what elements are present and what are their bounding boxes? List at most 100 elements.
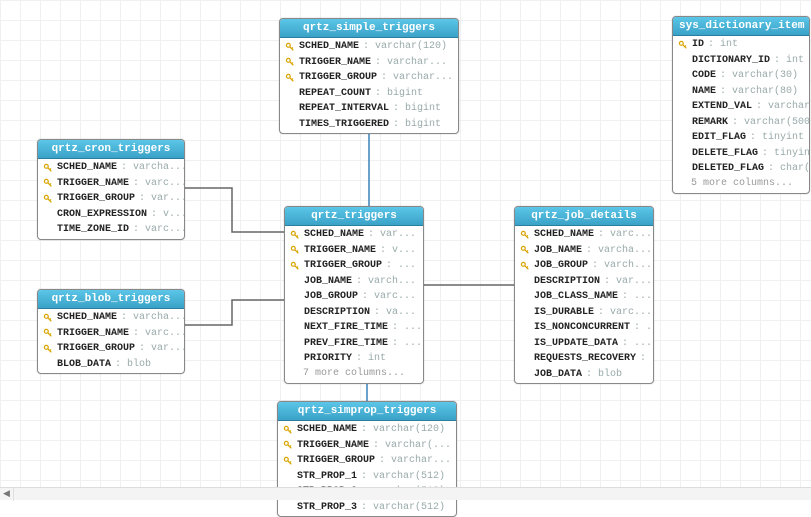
column-row[interactable]: NEXT_FIRE_TIME: ...	[285, 320, 423, 336]
column-row[interactable]: CRON_EXPRESSION: v...	[38, 207, 184, 223]
key-slot	[42, 358, 54, 370]
column-type: : blob	[586, 368, 622, 382]
column-row[interactable]: TIME_ZONE_ID: varc...	[38, 222, 184, 238]
column-name: JOB_GROUP	[304, 290, 358, 304]
column-row[interactable]: TRIGGER_GROUP: varchar...	[280, 70, 458, 86]
table-qrtz_cron_triggers[interactable]: qrtz_cron_triggersSCHED_NAME: varcha...T…	[37, 139, 185, 240]
column-row[interactable]: DESCRIPTION: var...	[515, 274, 653, 290]
column-type: : varchar(120)	[363, 40, 447, 54]
diagram-canvas[interactable]: qrtz_simple_triggers SCHED_NAME : varchar(…	[0, 0, 811, 500]
column-row[interactable]: TRIGGER_NAME: varchar...	[280, 55, 458, 71]
column-row[interactable]: SCHED_NAME: varc...	[515, 227, 653, 243]
table-header[interactable]: sys_dictionary_item	[673, 17, 809, 36]
column-row[interactable]: REQUESTS_RECOVERY:	[515, 351, 653, 367]
primary-key-icon	[42, 177, 54, 189]
column-type: : varchar(...	[756, 100, 810, 114]
table-header[interactable]: qrtz_triggers	[285, 207, 423, 226]
column-name: STR_PROP_1	[297, 470, 357, 484]
primary-key-icon	[289, 229, 301, 241]
column-name: TIMES_TRIGGERED	[299, 118, 389, 132]
column-row[interactable]: REPEAT_COUNT: bigint	[280, 86, 458, 102]
primary-key-icon	[42, 193, 54, 205]
column-name: PREV_FIRE_TIME	[304, 337, 388, 351]
column-row[interactable]: TRIGGER_GROUP: var...	[38, 191, 184, 207]
column-type: : ...	[392, 337, 422, 351]
column-row[interactable]: IS_NONCONCURRENT: ...	[515, 320, 653, 336]
column-row[interactable]: SCHED_NAME: varcha...	[38, 310, 184, 326]
table-header[interactable]: qrtz_job_details	[515, 207, 653, 226]
table-header[interactable]: qrtz_simple_triggers	[280, 19, 458, 38]
key-slot	[677, 85, 689, 97]
column-row[interactable]: IS_DURABLE : varc...	[515, 305, 653, 321]
column-row[interactable]: JOB_GROUP: varc...	[285, 289, 423, 305]
column-row[interactable]: EDIT_FLAG: tinyint	[673, 130, 809, 146]
column-row[interactable]: STR_PROP_1 : varchar(512)	[278, 469, 456, 485]
column-type: : varc...	[598, 306, 652, 320]
column-type: : var...	[139, 192, 185, 206]
table-body: SCHED_NAME: varcha...TRIGGER_NAME: varc.…	[38, 309, 184, 373]
column-type: : varchar(120)	[361, 423, 445, 437]
column-row[interactable]: EXTEND_VAL: varchar(...	[673, 99, 809, 115]
column-row[interactable]: DELETE_FLAG: tinyint	[673, 146, 809, 162]
column-row[interactable]: BLOB_DATA: blob	[38, 357, 184, 373]
key-slot	[284, 103, 296, 115]
column-row[interactable]: CODE: varchar(30)	[673, 68, 809, 84]
column-row[interactable]: STR_PROP_3: varchar(512)	[278, 500, 456, 516]
column-row[interactable]: TRIGGER_NAME: varchar(...	[278, 438, 456, 454]
more-columns-label[interactable]: 7 more columns...	[285, 367, 423, 382]
column-name: SCHED_NAME	[534, 228, 594, 242]
column-row[interactable]: TRIGGER_GROUP: ...	[285, 258, 423, 274]
column-name: IS_DURABLE	[534, 306, 594, 320]
column-type: : ...	[622, 337, 652, 351]
column-row[interactable]: SCHED_NAME: varcha...	[38, 160, 184, 176]
column-row[interactable]: JOB_CLASS_NAME: ...	[515, 289, 653, 305]
column-row[interactable]: SCHED_NAME: varchar(120)	[280, 39, 458, 55]
column-type: : int	[356, 352, 386, 366]
column-name: PRIORITY	[304, 352, 352, 366]
column-name: SCHED_NAME	[297, 423, 357, 437]
horizontal-scrollbar[interactable]: ◀	[0, 487, 811, 500]
table-sys_dictionary_item[interactable]: sys_dictionary_itemID: intDICTIONARY_ID:…	[672, 16, 810, 194]
column-row[interactable]: SCHED_NAME: var...	[285, 227, 423, 243]
column-row[interactable]: DICTIONARY_ID: int	[673, 53, 809, 69]
column-name: JOB_DATA	[534, 368, 582, 382]
table-qrtz_simple_triggers[interactable]: qrtz_simple_triggersSCHED_NAME: varchar(…	[279, 18, 459, 134]
column-row[interactable]: IS_UPDATE_DATA: ...	[515, 336, 653, 352]
table-qrtz_job_details[interactable]: qrtz_job_detailsSCHED_NAME: varc...JOB_N…	[514, 206, 654, 384]
column-row[interactable]: TRIGGER_NAME: v...	[285, 243, 423, 259]
table-qrtz_triggers[interactable]: qrtz_triggersSCHED_NAME: var...TRIGGER_N…	[284, 206, 424, 384]
column-row[interactable]: ID: int	[673, 37, 809, 53]
column-type: : varchar(30)	[720, 69, 798, 83]
key-slot	[519, 322, 531, 334]
column-row[interactable]: TRIGGER_GROUP: varchar...	[278, 453, 456, 469]
column-row[interactable]: PRIORITY : int	[285, 351, 423, 367]
column-row[interactable]: JOB_NAME: varcha...	[515, 243, 653, 259]
more-columns-label[interactable]: 5 more columns...	[673, 177, 809, 192]
column-row[interactable]: TRIGGER_NAME: varc...	[38, 176, 184, 192]
column-row[interactable]: TRIGGER_GROUP: var...	[38, 341, 184, 357]
column-row[interactable]: PREV_FIRE_TIME : ...	[285, 336, 423, 352]
column-row[interactable]: JOB_DATA : blob	[515, 367, 653, 383]
column-row[interactable]: REPEAT_INTERVAL: bigint	[280, 101, 458, 117]
column-name: NAME	[692, 85, 716, 99]
column-name: REPEAT_COUNT	[299, 87, 371, 101]
column-row[interactable]: SCHED_NAME : varchar(120)	[278, 422, 456, 438]
key-slot	[677, 132, 689, 144]
table-header[interactable]: qrtz_simprop_triggers	[278, 402, 456, 421]
table-header[interactable]: qrtz_cron_triggers	[38, 140, 184, 159]
column-row[interactable]: JOB_NAME: varch...	[285, 274, 423, 290]
column-row[interactable]: DESCRIPTION: va...	[285, 305, 423, 321]
column-row[interactable]: JOB_GROUP: varch...	[515, 258, 653, 274]
column-name: TRIGGER_NAME	[57, 177, 129, 191]
column-type: : varchar(512)	[361, 470, 445, 484]
table-qrtz_blob_triggers[interactable]: qrtz_blob_triggersSCHED_NAME: varcha...T…	[37, 289, 185, 374]
column-row[interactable]: TIMES_TRIGGERED: bigint	[280, 117, 458, 133]
column-row[interactable]: TRIGGER_NAME: varc...	[38, 326, 184, 342]
primary-key-icon	[284, 56, 296, 68]
column-row[interactable]: DELETED_FLAG: char(1)	[673, 161, 809, 177]
scroll-left-arrow[interactable]: ◀	[0, 488, 14, 501]
column-name: REMARK	[692, 116, 728, 130]
column-row[interactable]: REMARK: varchar(500)	[673, 115, 809, 131]
table-header[interactable]: qrtz_blob_triggers	[38, 290, 184, 309]
column-row[interactable]: NAME: varchar(80)	[673, 84, 809, 100]
